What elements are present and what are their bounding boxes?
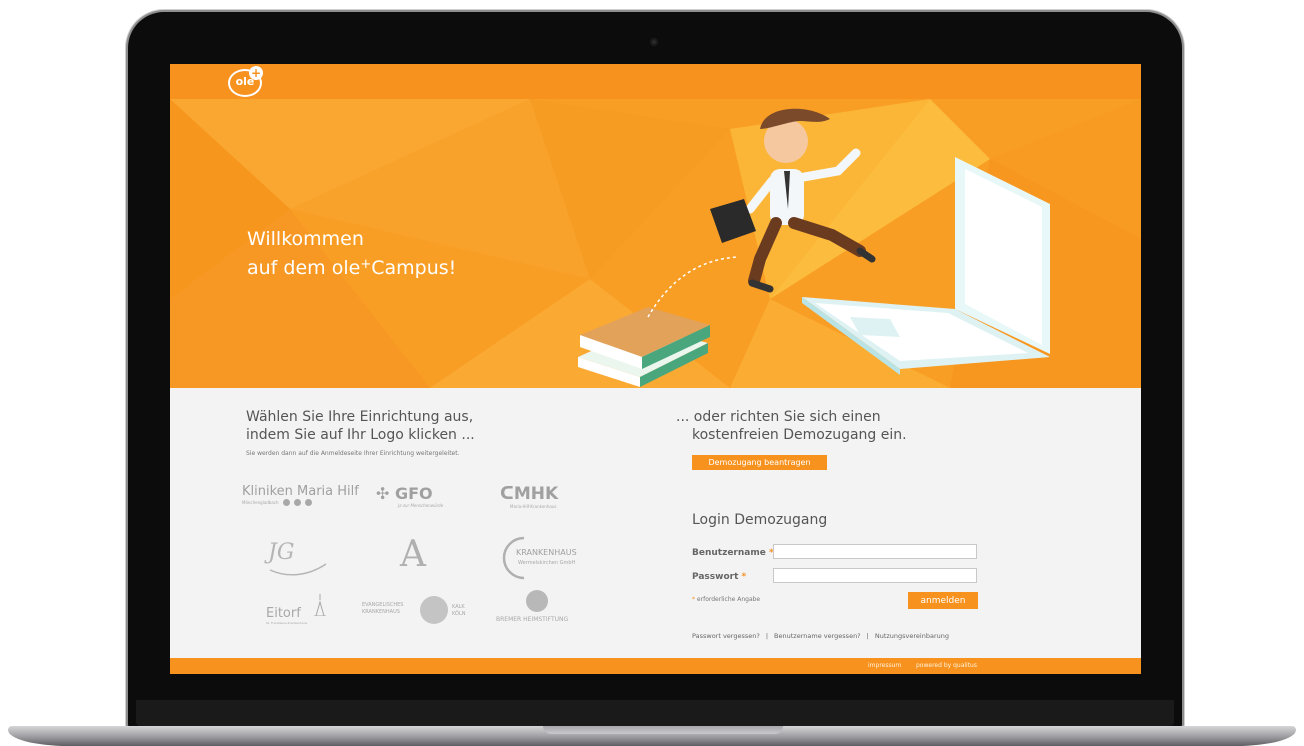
dot-icon bbox=[293, 499, 301, 506]
password-label-text: Passwort bbox=[692, 572, 739, 582]
logo-gfo-sub: Ja zur Menschenwürde bbox=[398, 503, 444, 508]
hero-title-line2: auf dem ole+Campus! bbox=[247, 252, 456, 281]
terms-link[interactable]: Nutzungsvereinbarung bbox=[875, 632, 949, 640]
hero-title: Willkommen auf dem ole+Campus! bbox=[247, 227, 456, 281]
logo-evk-name: EVANGELISCHES KRANKENHAUS bbox=[362, 602, 404, 615]
username-label: Benutzername * bbox=[692, 548, 774, 558]
login-title: Login Demozugang bbox=[692, 512, 828, 528]
logo-a[interactable]: A bbox=[400, 534, 426, 575]
gfo-plus-icon: ✣ bbox=[376, 484, 390, 503]
content-area: Wählen Sie Ihre Einrichtung aus, indem S… bbox=[170, 388, 1141, 658]
screen: ole + Willkommen auf dem ole+Campus! Wäh… bbox=[170, 64, 1141, 674]
required-marker: * bbox=[741, 572, 747, 582]
institutions-heading: Wählen Sie Ihre Einrichtung aus, indem S… bbox=[246, 408, 475, 444]
logo-gfo[interactable]: ✣ GFO Ja zur Menschenwürde bbox=[376, 484, 443, 508]
logo-bremer-name: BREMER HEIMSTIFTUNG bbox=[496, 616, 569, 623]
required-note-text: erforderliche Angabe bbox=[696, 596, 761, 603]
hero-banner: Willkommen auf dem ole+Campus! bbox=[170, 99, 1141, 388]
logo-kliniken-maria-hilf[interactable]: Kliniken Maria Hilf Mönchengladbach bbox=[242, 484, 359, 506]
logo-krankenhaus-sub: Wermelskirchen GmbH bbox=[518, 560, 576, 566]
institutions-subtext: Sie werden dann auf die Anmeldeseite Ihr… bbox=[246, 450, 460, 457]
hero-title-prefix: auf dem ole bbox=[247, 257, 361, 279]
logo-gfo-name: GFO bbox=[394, 484, 433, 503]
logo-mhk-sub: Maria-Hilf-Krankenhaus bbox=[510, 504, 557, 509]
logo-eitorf-name: Eitorf bbox=[266, 606, 301, 621]
jg-swoosh-icon bbox=[269, 563, 327, 576]
evk-emblem-icon bbox=[420, 596, 448, 624]
institutions-heading-line1: Wählen Sie Ihre Einrichtung aus, bbox=[246, 409, 474, 425]
powered-by-link[interactable]: powered by qualitus bbox=[916, 662, 977, 669]
required-marker: * bbox=[692, 596, 695, 603]
logo-eitorf-sub: St. Franziskus-Krankenhaus bbox=[266, 621, 308, 625]
link-separator: | bbox=[765, 632, 769, 640]
dot-icon bbox=[282, 499, 290, 506]
camera-dot bbox=[650, 38, 658, 46]
footer: impressum powered by qualitus bbox=[170, 658, 1141, 674]
request-demo-button[interactable]: Demozugang beantragen bbox=[692, 455, 827, 470]
logo-krankenhaus-name: KRANKENHAUS bbox=[516, 548, 577, 557]
hero-title-suffix: Campus! bbox=[371, 257, 457, 279]
laptop-base bbox=[8, 726, 1296, 746]
logo-eitorf[interactable]: Eitorf St. Franziskus-Krankenhaus bbox=[266, 594, 326, 625]
laptop-chin bbox=[136, 700, 1174, 726]
logo-a-name: A bbox=[400, 534, 426, 575]
forgot-username-link[interactable]: Benutzername vergessen? bbox=[774, 632, 861, 640]
top-bar: ole + bbox=[170, 64, 1141, 99]
logo-mhk[interactable]: ᑕMHK Maria-Hilf-Krankenhaus bbox=[500, 484, 558, 509]
username-label-text: Benutzername bbox=[692, 548, 766, 558]
demo-heading-line2: kostenfreien Demozugang ein. bbox=[692, 427, 907, 443]
link-separator: | bbox=[866, 632, 869, 640]
password-label: Passwort * bbox=[692, 572, 746, 582]
logo-evangelisches-krankenhaus[interactable]: EVANGELISCHES KRANKENHAUS KALK KÖLN bbox=[362, 596, 465, 624]
ole-logo-plus-icon: + bbox=[249, 66, 263, 80]
logo-evk-sub: KALK KÖLN bbox=[452, 604, 466, 617]
dot-icon bbox=[304, 499, 312, 506]
logo-kliniken-sub: Mönchengladbach bbox=[242, 500, 279, 505]
demo-heading-line1: ... oder richten Sie sich einen bbox=[676, 409, 881, 425]
mhk-c-icon: ᑕ bbox=[500, 484, 514, 504]
logo-mhk-name: MHK bbox=[513, 484, 559, 504]
krankenhaus-arc-icon bbox=[502, 536, 525, 580]
required-note: * erforderliche Angabe bbox=[692, 596, 760, 603]
church-icon bbox=[314, 594, 326, 616]
login-links: Passwort vergessen? | Benutzername vergess… bbox=[692, 632, 949, 640]
forgot-password-link[interactable]: Passwort vergessen? bbox=[692, 632, 760, 640]
logo-kliniken-name: Kliniken Maria Hilf bbox=[242, 484, 359, 499]
hero-title-plus: + bbox=[360, 257, 372, 272]
laptop-notch bbox=[543, 726, 783, 734]
password-input[interactable] bbox=[773, 568, 977, 583]
bremer-seal-icon bbox=[526, 590, 548, 612]
username-input[interactable] bbox=[773, 544, 977, 559]
demo-heading: ... oder richten Sie sich einen kostenfr… bbox=[676, 408, 907, 444]
impressum-link[interactable]: impressum bbox=[868, 662, 901, 669]
hero-title-line1: Willkommen bbox=[247, 228, 364, 250]
login-button[interactable]: anmelden bbox=[908, 592, 978, 609]
logo-jg[interactable]: JG bbox=[268, 540, 327, 576]
institutions-heading-line2: indem Sie auf Ihr Logo klicken ... bbox=[246, 427, 475, 443]
